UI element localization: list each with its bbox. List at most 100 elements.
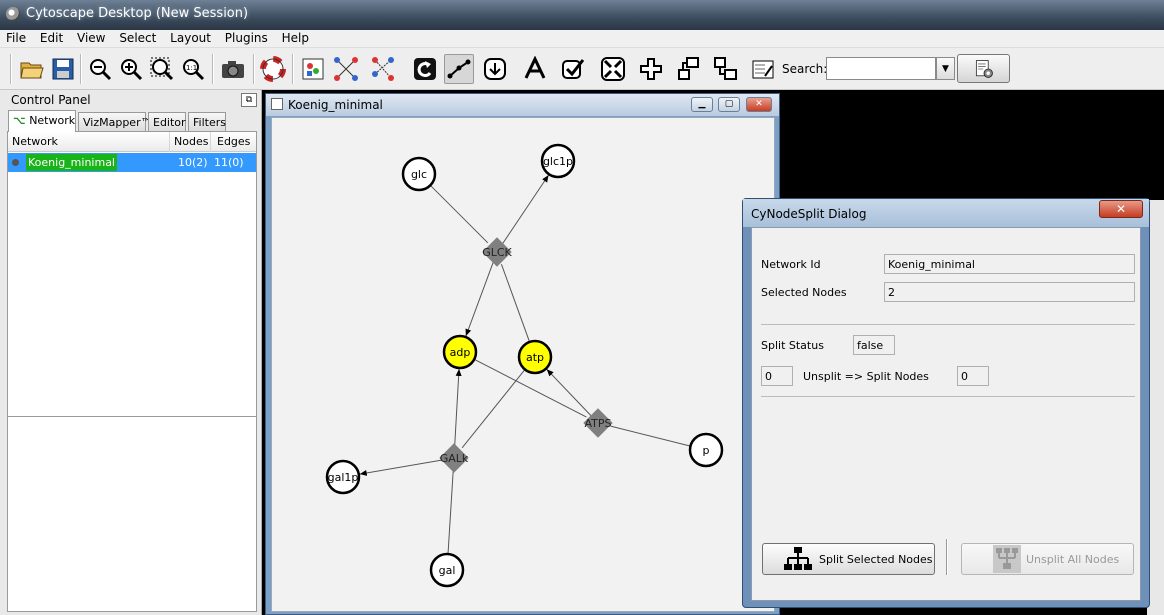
graph-node-label: adp — [450, 346, 471, 359]
camera-icon — [222, 61, 244, 78]
search-dropdown-button[interactable]: ▼ — [936, 57, 955, 80]
network-table-header: Network Nodes Edges — [8, 132, 256, 152]
plus-icon — [640, 58, 662, 80]
zoom-out-button[interactable] — [85, 54, 115, 84]
float-panel-button[interactable]: ⧉ — [241, 93, 257, 107]
control-panel: Control Panel ⧉ ⌥ Network VizMapper™ Edi… — [0, 90, 262, 615]
zoom-actual-size-button[interactable]: 1:1 — [178, 54, 208, 84]
network-id-label: Network Id — [761, 258, 821, 271]
graph-node-gal[interactable]: gal — [429, 552, 465, 588]
refresh-arrow-icon — [414, 58, 436, 80]
graph-node-GALk[interactable]: GALk — [439, 443, 469, 473]
dialog-close-button[interactable]: ✕ — [1099, 200, 1143, 218]
split-button-label: Split Selected Nodes — [819, 552, 933, 566]
export-image-button[interactable] — [218, 54, 248, 84]
floppy-disk-icon — [52, 58, 74, 80]
unsplit-split-label: Unsplit => Split Nodes — [803, 370, 929, 383]
zoom-1to1-icon: 1:1 — [183, 59, 205, 81]
group-button[interactable] — [674, 54, 704, 84]
network-window-titlebar[interactable]: Koenig_minimal ▁ ▢ ✕ — [266, 94, 779, 116]
minimize-button[interactable]: ▁ — [691, 97, 713, 112]
close-icon: ✕ — [1115, 202, 1127, 216]
menu-layout[interactable]: Layout — [164, 30, 215, 45]
toolbar-grip — [10, 54, 12, 84]
tab-network[interactable]: ⌥ Network — [8, 110, 76, 132]
network-canvas[interactable]: glc glc1p GLCK adp atp ATPS p GALk gal1p gal — [271, 117, 775, 612]
subnetwork-icon — [334, 57, 358, 81]
clone-network-button[interactable] — [369, 54, 399, 84]
toolbar-separator — [80, 54, 82, 84]
collapse-button[interactable] — [598, 54, 628, 84]
graph-edge-GLCK-adp[interactable] — [465, 251, 498, 337]
graph-edge-gal-GALk[interactable] — [447, 470, 454, 555]
network-name-cell: Koenig_minimal — [26, 154, 117, 171]
menu-select[interactable]: Select — [113, 30, 160, 45]
graph-node-gal1p[interactable]: gal1p — [325, 459, 361, 495]
graph-node-p[interactable]: p — [688, 432, 724, 468]
menu-view[interactable]: View — [71, 30, 109, 45]
create-subnetwork-button[interactable] — [331, 54, 361, 84]
graph-edge-atp-GLCK[interactable] — [500, 264, 531, 343]
graph-node-glc[interactable]: glc — [401, 156, 437, 192]
hierarchy-icon — [714, 57, 737, 80]
menu-bar: File Edit View Select Layout Plugins Hel… — [0, 30, 1164, 48]
hierarchy-button[interactable] — [711, 54, 741, 84]
selected-nodes-field[interactable]: 2 — [884, 282, 1135, 302]
network-id-field[interactable]: Koenig_minimal — [884, 254, 1135, 274]
network-window-title: Koenig_minimal — [288, 98, 383, 112]
add-button[interactable] — [636, 54, 666, 84]
column-header-network[interactable]: Network — [12, 135, 58, 148]
tab-editor[interactable]: Editor — [148, 112, 186, 132]
search-input[interactable] — [826, 57, 936, 80]
button-separator — [946, 539, 948, 575]
svg-text:1:1: 1:1 — [186, 64, 197, 72]
divider — [761, 396, 1135, 397]
zoom-selected-button[interactable] — [147, 54, 177, 84]
maximize-button[interactable]: ▢ — [718, 97, 740, 112]
dialog-body: Network Id Koenig_minimal Selected Nodes… — [751, 227, 1141, 601]
check-button[interactable] — [558, 54, 588, 84]
edge-mode-button[interactable] — [444, 54, 474, 84]
zoom-in-button[interactable] — [116, 54, 146, 84]
menu-edit[interactable]: Edit — [34, 30, 67, 45]
menu-plugins[interactable]: Plugins — [219, 30, 272, 45]
graph-edge-glc-GLCK[interactable] — [429, 184, 489, 244]
column-header-nodes[interactable]: Nodes — [174, 135, 208, 148]
vizmapper-button[interactable] — [298, 54, 328, 84]
menu-help[interactable]: Help — [276, 30, 313, 45]
unsplit-count-field[interactable]: 0 — [761, 366, 793, 386]
graph-edge-atp-GALk[interactable] — [461, 369, 526, 449]
graph-node-label: gal — [439, 564, 456, 577]
graph-node-adp[interactable]: adp — [442, 334, 478, 370]
split-status-field[interactable]: false — [853, 335, 895, 355]
chevron-down-icon: ▼ — [942, 63, 949, 74]
column-header-edges[interactable]: Edges — [217, 135, 250, 148]
dialog-titlebar[interactable]: CyNodeSplit Dialog ✕ — [743, 199, 1149, 227]
save-session-button[interactable] — [48, 54, 78, 84]
table-row[interactable]: Koenig_minimal 10(2) 11(0) — [8, 153, 256, 172]
help-button[interactable] — [258, 54, 288, 84]
graph-edge-ATPS-atp[interactable] — [546, 368, 599, 424]
network-tree-icon: ⌥ — [13, 114, 26, 127]
annotation-button[interactable] — [520, 54, 550, 84]
graph-node-atp[interactable]: atp — [517, 339, 553, 375]
import-button[interactable] — [480, 54, 510, 84]
redo-layout-button[interactable] — [410, 54, 440, 84]
split-count-field[interactable]: 0 — [957, 366, 989, 386]
close-button[interactable]: ✕ — [746, 97, 772, 112]
tab-filters[interactable]: Filters — [188, 112, 226, 132]
unsplit-all-nodes-button[interactable]: Unsplit All Nodes — [961, 543, 1134, 575]
graph-node-glc1p[interactable]: glc1p — [540, 143, 576, 179]
network-view-window: Koenig_minimal ▁ ▢ ✕ glc glc1p GLCK adp atp A… — [265, 93, 780, 615]
preferences-button[interactable] — [748, 54, 778, 84]
graph-edge-GLCK-glc1p[interactable] — [496, 174, 549, 253]
tab-vizmapper[interactable]: VizMapper™ — [78, 112, 152, 132]
network-graph: glc glc1p GLCK adp atp ATPS p GALk gal1p gal — [325, 143, 724, 588]
menu-file[interactable]: File — [0, 30, 30, 45]
graph-edge-p-ATPS[interactable] — [610, 425, 691, 447]
search-options-button[interactable] — [957, 54, 1010, 83]
split-selected-nodes-button[interactable]: Split Selected Nodes — [762, 543, 935, 575]
collapse-arrows-icon — [601, 57, 625, 81]
open-session-button[interactable] — [17, 54, 47, 84]
group-nodes-icon — [678, 57, 699, 80]
